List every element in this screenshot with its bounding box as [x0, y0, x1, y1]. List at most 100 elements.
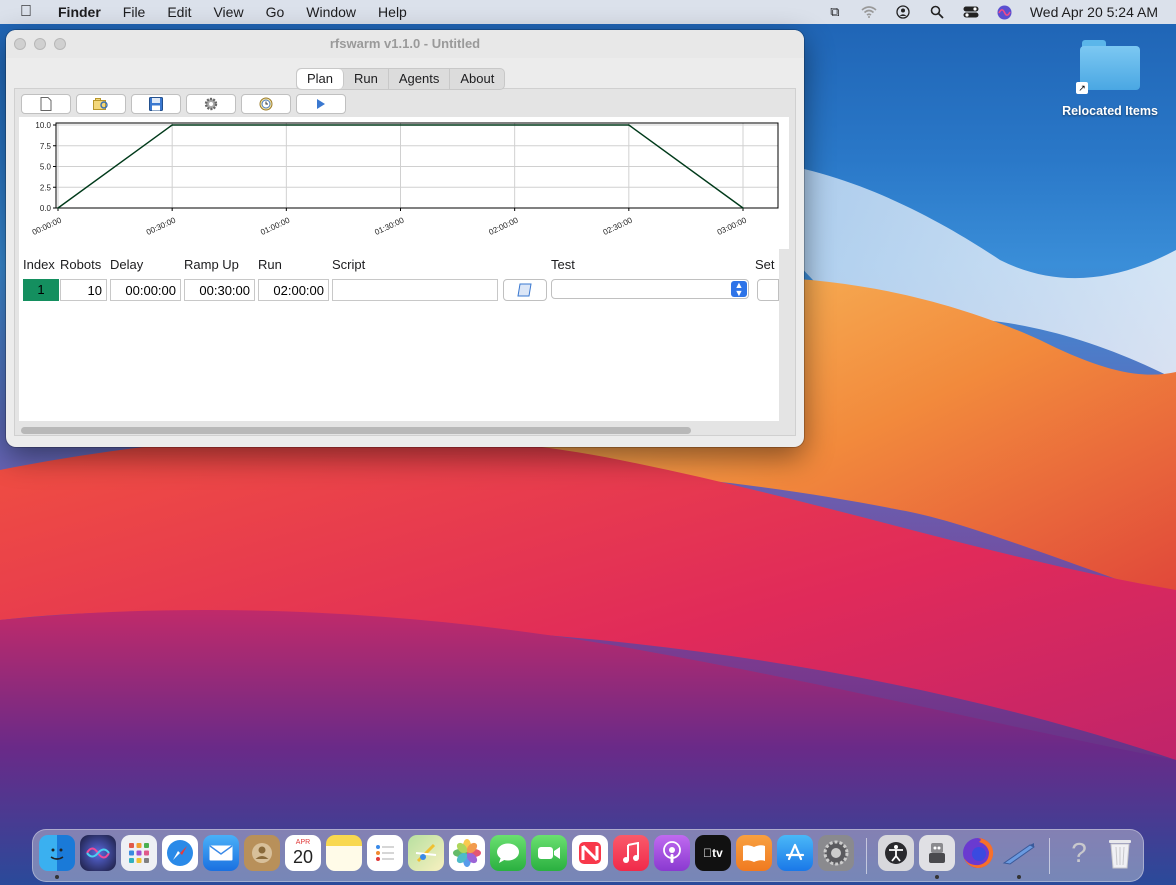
run-input[interactable]: [258, 279, 329, 301]
window-title: rfswarm v1.1.0 - Untitled: [329, 36, 481, 51]
menu-window[interactable]: Window: [306, 4, 356, 20]
title-bar[interactable]: rfswarm v1.1.0 - Untitled: [6, 30, 804, 58]
dock-facetime-icon[interactable]: [531, 835, 567, 871]
dock-maps-icon[interactable]: [408, 835, 444, 871]
dock-reminders-icon[interactable]: [367, 835, 403, 871]
folder-icon: ↗: [1076, 38, 1140, 94]
robots-series-point: [628, 124, 630, 126]
x-tick-label: 00:00:00: [31, 215, 64, 237]
dock-tv-icon[interactable]: tv: [695, 835, 731, 871]
dock-siri-icon[interactable]: [80, 835, 116, 871]
col-header-robots: Robots: [60, 257, 102, 272]
dock-contacts-icon[interactable]: [244, 835, 280, 871]
col-header-run: Run: [258, 257, 282, 272]
dock-automator-icon[interactable]: [919, 835, 955, 871]
script-input[interactable]: [332, 279, 498, 301]
x-tick-label: 03:00:00: [716, 215, 749, 237]
dock-mail-icon[interactable]: [203, 835, 239, 871]
menu-go[interactable]: Go: [266, 4, 285, 20]
search-icon[interactable]: [928, 5, 946, 19]
menu-help[interactable]: Help: [378, 4, 407, 20]
plan-toolbar: [21, 94, 346, 114]
dock-separator: [866, 838, 867, 874]
dock-notes-icon[interactable]: [326, 835, 362, 871]
row-settings-button[interactable]: [757, 279, 779, 301]
y-tick-label: 2.5: [40, 183, 52, 192]
dock-safari-icon[interactable]: [162, 835, 198, 871]
zoom-button[interactable]: [54, 38, 66, 50]
play-button[interactable]: [296, 94, 346, 114]
finder-running-dot: [55, 875, 59, 879]
dock-help-icon[interactable]: ?: [1061, 835, 1097, 871]
y-tick-label: 0.0: [40, 204, 52, 213]
dock-music-icon[interactable]: [613, 835, 649, 871]
dock-system-preferences-icon[interactable]: [818, 835, 854, 871]
y-tick-label: 7.5: [40, 142, 52, 151]
dock-calendar-icon[interactable]: APR 20: [285, 835, 321, 871]
y-tick-label: 5.0: [40, 163, 52, 172]
screen-mirroring-icon[interactable]: ⧉: [826, 4, 844, 19]
alias-arrow-icon: ↗: [1076, 82, 1088, 94]
minimize-button[interactable]: [34, 38, 46, 50]
dock-books-icon[interactable]: [736, 835, 772, 871]
siri-icon[interactable]: [996, 5, 1014, 19]
ramp-up-input[interactable]: [184, 279, 255, 301]
dock-messages-icon[interactable]: [490, 835, 526, 871]
menu-file[interactable]: File: [123, 4, 146, 20]
schedule-button[interactable]: [241, 94, 291, 114]
dock-python-launcher-icon[interactable]: [1001, 835, 1037, 871]
dock-photos-icon[interactable]: [449, 835, 485, 871]
col-header-test: Test: [551, 257, 575, 272]
user-icon[interactable]: [894, 5, 912, 19]
apple-menu-icon[interactable]: : [20, 3, 40, 21]
tab-run[interactable]: Run: [344, 69, 389, 89]
script-file-icon: [517, 283, 532, 297]
folder-label: Relocated Items: [1062, 104, 1158, 118]
select-script-button[interactable]: [503, 279, 547, 301]
settings-button[interactable]: [186, 94, 236, 114]
plan-chart-svg: 0.0 2.5 5.0 7.5 10.0 00:00:00 00:30:00 01:00:00…: [31, 121, 779, 237]
calendar-month: APR: [295, 839, 311, 846]
horizontal-scrollbar[interactable]: [19, 425, 779, 435]
dock-accessibility-inspector-icon[interactable]: [878, 835, 914, 871]
dock-finder-icon[interactable]: [39, 835, 75, 871]
save-button[interactable]: [131, 94, 181, 114]
play-icon: [317, 99, 325, 109]
control-center-icon[interactable]: [962, 5, 980, 19]
col-header-delay: Delay: [110, 257, 144, 272]
tab-bar: Plan Run Agents About: [296, 68, 506, 90]
test-select[interactable]: ▲ ▼: [551, 279, 749, 299]
plot-area: [55, 122, 779, 209]
close-button[interactable]: [14, 38, 26, 50]
plan-chart: 0.0 2.5 5.0 7.5 10.0 00:00:00 00:30:00 01:00:00…: [19, 117, 789, 249]
y-tick-label: 10.0: [35, 121, 51, 130]
menu-edit[interactable]: Edit: [167, 4, 191, 20]
dock-firefox-icon[interactable]: [960, 835, 996, 871]
schedule-icon: [259, 97, 273, 111]
dock-trash-icon[interactable]: [1102, 835, 1138, 871]
delay-input[interactable]: [110, 279, 181, 301]
tab-plan[interactable]: Plan: [297, 69, 345, 89]
scrollbar-thumb[interactable]: [21, 427, 691, 434]
dock-podcasts-icon[interactable]: [654, 835, 690, 871]
row-index-cell[interactable]: 1: [23, 279, 59, 301]
desktop-folder-relocated-items[interactable]: ↗ Relocated Items: [1060, 38, 1160, 118]
robots-input[interactable]: [60, 279, 107, 301]
dock-separator-2: [1049, 838, 1050, 874]
dock-news-icon[interactable]: [572, 835, 608, 871]
menu-finder[interactable]: Finder: [58, 4, 101, 20]
wifi-icon[interactable]: [860, 5, 878, 19]
col-header-index: Index: [23, 257, 55, 272]
dock-launchpad-icon[interactable]: [121, 835, 157, 871]
dock-app-store-icon[interactable]: [777, 835, 813, 871]
menu-view[interactable]: View: [213, 4, 243, 20]
menu-clock[interactable]: Wed Apr 20 5:24 AM: [1030, 4, 1158, 20]
robots-series-point: [57, 207, 59, 209]
x-tick-label: 02:00:00: [487, 215, 520, 237]
menu-bar:  Finder File Edit View Go Window Help ⧉…: [0, 0, 1176, 24]
tab-agents[interactable]: Agents: [389, 69, 451, 89]
tab-about[interactable]: About: [450, 69, 504, 89]
open-button[interactable]: [76, 94, 126, 114]
plan-pane: 0.0 2.5 5.0 7.5 10.0 00:00:00 00:30:00 01:00:00…: [14, 88, 796, 436]
new-button[interactable]: [21, 94, 71, 114]
